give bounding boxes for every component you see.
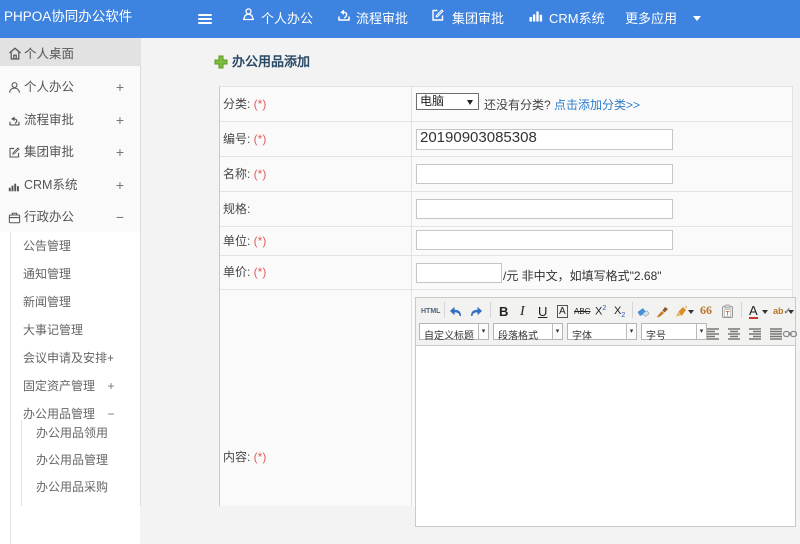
svg-text:T: T: [726, 311, 730, 318]
